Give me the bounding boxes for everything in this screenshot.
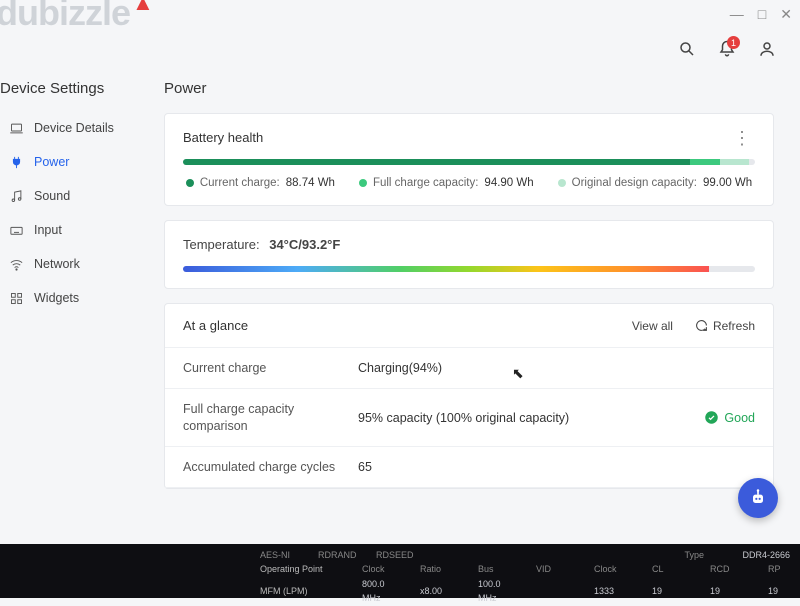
minimize-button[interactable]: — bbox=[730, 6, 744, 23]
glance-row: Current charge Charging(94%) bbox=[165, 348, 773, 389]
plug-icon bbox=[8, 154, 24, 170]
refresh-button[interactable]: Refresh bbox=[695, 319, 755, 333]
sidebar-item-label: Widgets bbox=[34, 291, 79, 305]
bp-cell: CL bbox=[652, 562, 694, 576]
bp-cell: 19 bbox=[652, 584, 694, 598]
battery-health-title: Battery health bbox=[183, 130, 263, 145]
laptop-icon bbox=[8, 120, 24, 136]
bp-cell: 19 bbox=[710, 584, 752, 598]
main-content: Power Battery health ⋮ Current charge: 8… bbox=[150, 70, 800, 598]
sidebar-item-widgets[interactable]: Widgets bbox=[0, 281, 150, 315]
dot-icon bbox=[186, 179, 194, 187]
sidebar-item-label: Input bbox=[34, 223, 62, 237]
notification-badge: 1 bbox=[727, 36, 740, 49]
temperature-card: Temperature: 34°C/93.2°F bbox=[164, 220, 774, 289]
sidebar-item-label: Sound bbox=[34, 189, 70, 203]
bp-cell: RP bbox=[768, 562, 800, 576]
dot-icon bbox=[359, 179, 367, 187]
row-label: Full charge capacity comparison bbox=[183, 401, 358, 434]
row-value: 95% capacity (100% original capacity) bbox=[358, 411, 704, 425]
refresh-icon bbox=[695, 319, 708, 332]
glance-row: Accumulated charge cycles 65 bbox=[165, 447, 773, 488]
battery-progress bbox=[183, 159, 755, 165]
assistant-fab[interactable] bbox=[738, 478, 778, 518]
status-good: Good bbox=[704, 410, 755, 425]
sidebar-item-label: Device Details bbox=[34, 121, 114, 135]
segment-design bbox=[720, 159, 749, 165]
glance-row: Full charge capacity comparison 95% capa… bbox=[165, 389, 773, 447]
bp-cell: RDSEED bbox=[376, 548, 418, 562]
sidebar-title: Device Settings bbox=[0, 80, 150, 111]
segment-full bbox=[690, 159, 720, 165]
grid-icon bbox=[8, 290, 24, 306]
row-value: 65 bbox=[358, 460, 755, 474]
bp-cell: 1333 bbox=[594, 584, 636, 598]
view-all-link[interactable]: View all bbox=[632, 319, 673, 333]
sidebar-item-label: Network bbox=[34, 257, 80, 271]
sidebar-item-power[interactable]: Power bbox=[0, 145, 150, 179]
bp-cell: AES-NI bbox=[260, 548, 302, 562]
notifications-icon[interactable]: 1 bbox=[718, 40, 736, 61]
bp-cell: RDRAND bbox=[318, 548, 360, 562]
temperature-label: Temperature: bbox=[183, 237, 260, 252]
sidebar-item-label: Power bbox=[34, 155, 69, 169]
legend-design: Original design capacity: 99.00 Wh bbox=[558, 177, 753, 189]
bp-cell: 800.0 MHz bbox=[362, 577, 404, 606]
robot-icon bbox=[748, 488, 768, 508]
bp-cell: Ratio bbox=[420, 562, 462, 576]
diagnostic-panel: AES-NI RDRAND RDSEED Type DDR4-2666 Oper… bbox=[0, 544, 800, 598]
bp-cell: Clock bbox=[362, 562, 404, 576]
sidebar: Device Settings Device Details Power Sou… bbox=[0, 70, 150, 598]
window-controls: — □ ✕ bbox=[730, 6, 792, 23]
topbar-icons: 1 bbox=[678, 40, 776, 61]
keyboard-icon bbox=[8, 222, 24, 238]
sidebar-item-input[interactable]: Input bbox=[0, 213, 150, 247]
bp-cell: Bus bbox=[478, 562, 520, 576]
temperature-bar bbox=[183, 266, 755, 272]
row-label: Accumulated charge cycles bbox=[183, 459, 358, 475]
check-circle-icon bbox=[704, 410, 719, 425]
bp-label: MFM (LPM) bbox=[260, 584, 346, 598]
glance-title: At a glance bbox=[183, 318, 248, 333]
battery-legend: Current charge: 88.74 Wh Full charge cap… bbox=[183, 177, 755, 189]
note-icon bbox=[8, 188, 24, 204]
legend-full: Full charge capacity: 94.90 Wh bbox=[359, 177, 534, 189]
dot-icon bbox=[558, 179, 566, 187]
search-icon[interactable] bbox=[678, 40, 696, 61]
sidebar-item-network[interactable]: Network bbox=[0, 247, 150, 281]
temperature-value: 34°C/93.2°F bbox=[269, 237, 340, 252]
row-label: Current charge bbox=[183, 360, 358, 376]
sidebar-item-sound[interactable]: Sound bbox=[0, 179, 150, 213]
segment-current bbox=[183, 159, 690, 165]
bp-cell: Clock bbox=[594, 562, 636, 576]
maximize-button[interactable]: □ bbox=[758, 6, 766, 23]
bp-cell: VID bbox=[536, 562, 578, 576]
account-icon[interactable] bbox=[758, 40, 776, 61]
status-label: Good bbox=[724, 411, 755, 425]
more-options-icon[interactable]: ⋮ bbox=[729, 132, 755, 144]
bp-cell: Type bbox=[684, 548, 726, 562]
bp-cell: x8.00 bbox=[420, 584, 462, 598]
bp-cell: RCD bbox=[710, 562, 752, 576]
page-title: Power bbox=[164, 80, 774, 97]
battery-health-card: Battery health ⋮ Current charge: 88.74 W… bbox=[164, 113, 774, 206]
bp-cell: 100.0 MHz bbox=[478, 577, 520, 606]
bp-cell: DDR4-2666 bbox=[742, 548, 790, 562]
legend-current: Current charge: 88.74 Wh bbox=[186, 177, 335, 189]
at-a-glance-card: At a glance View all Refresh Current cha… bbox=[164, 303, 774, 489]
cursor-icon: ⬉ bbox=[512, 365, 524, 382]
close-button[interactable]: ✕ bbox=[780, 6, 792, 23]
sidebar-item-device-details[interactable]: Device Details bbox=[0, 111, 150, 145]
row-value: Charging(94%) bbox=[358, 361, 755, 375]
wifi-icon bbox=[8, 256, 24, 272]
refresh-label: Refresh bbox=[713, 319, 755, 333]
bp-cell: 19 bbox=[768, 584, 800, 598]
bp-label: Operating Point bbox=[260, 562, 346, 576]
